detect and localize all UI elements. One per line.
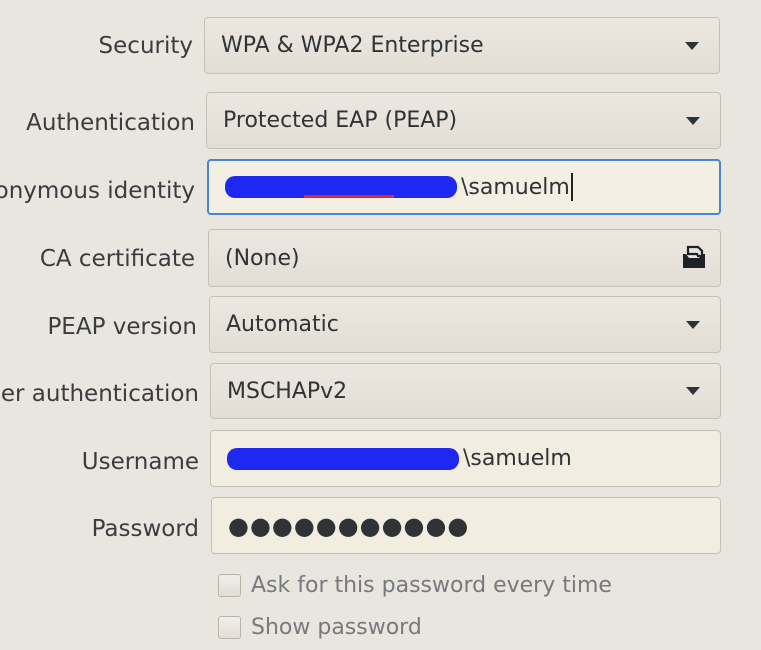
authentication-value: Protected EAP (PEAP) bbox=[223, 108, 458, 133]
show-password-label: Show password bbox=[251, 615, 422, 640]
anonymous-identity-value: \samuelm bbox=[225, 173, 573, 201]
ca-certificate-button[interactable]: (None) bbox=[208, 229, 721, 287]
anonymous-identity-label: Anonymous identity bbox=[0, 178, 195, 204]
username-value: \samuelm bbox=[227, 446, 572, 471]
show-password-checkbox[interactable] bbox=[218, 616, 241, 639]
redaction-mark bbox=[304, 195, 394, 198]
text-cursor bbox=[570, 173, 573, 201]
inner-authentication-value: MSCHAPv2 bbox=[227, 378, 348, 404]
anonymous-identity-suffix: \samuelm bbox=[461, 174, 570, 200]
password-field[interactable]: ●●●●●●●●●●● bbox=[211, 497, 721, 554]
authentication-label: Authentication bbox=[26, 110, 195, 136]
username-field[interactable]: \samuelm bbox=[210, 430, 721, 487]
password-label: Password bbox=[91, 516, 199, 542]
authentication-combo[interactable]: Protected EAP (PEAP) bbox=[206, 92, 721, 149]
ask-password-checkbox[interactable] bbox=[218, 574, 241, 597]
ca-certificate-label: CA certificate bbox=[39, 246, 195, 272]
username-label: Username bbox=[81, 449, 199, 475]
chevron-down-icon bbox=[686, 387, 700, 395]
ask-password-label: Ask for this password every time bbox=[251, 573, 612, 598]
redaction-mark bbox=[227, 447, 459, 470]
username-suffix: \samuelm bbox=[463, 446, 572, 471]
chevron-down-icon bbox=[686, 116, 700, 125]
anonymous-identity-field[interactable]: \samuelm bbox=[207, 159, 721, 215]
show-password-checkbox-row[interactable]: Show password bbox=[218, 615, 422, 640]
ask-password-checkbox-row[interactable]: Ask for this password every time bbox=[218, 573, 612, 598]
chevron-down-icon bbox=[685, 41, 699, 50]
password-value: ●●●●●●●●●●● bbox=[228, 511, 470, 540]
peap-version-label: PEAP version bbox=[47, 314, 197, 340]
file-open-icon bbox=[680, 245, 708, 277]
chevron-down-icon bbox=[686, 320, 700, 329]
security-combo[interactable]: WPA & WPA2 Enterprise bbox=[204, 17, 720, 74]
peap-version-value: Automatic bbox=[226, 312, 339, 337]
inner-authentication-label: Inner authentication bbox=[0, 381, 199, 407]
peap-version-combo[interactable]: Automatic bbox=[209, 296, 721, 353]
inner-authentication-combo[interactable]: MSCHAPv2 bbox=[210, 363, 721, 419]
security-label: Security bbox=[98, 33, 193, 59]
security-value: WPA & WPA2 Enterprise bbox=[221, 33, 484, 58]
ca-certificate-value: (None) bbox=[225, 245, 300, 271]
